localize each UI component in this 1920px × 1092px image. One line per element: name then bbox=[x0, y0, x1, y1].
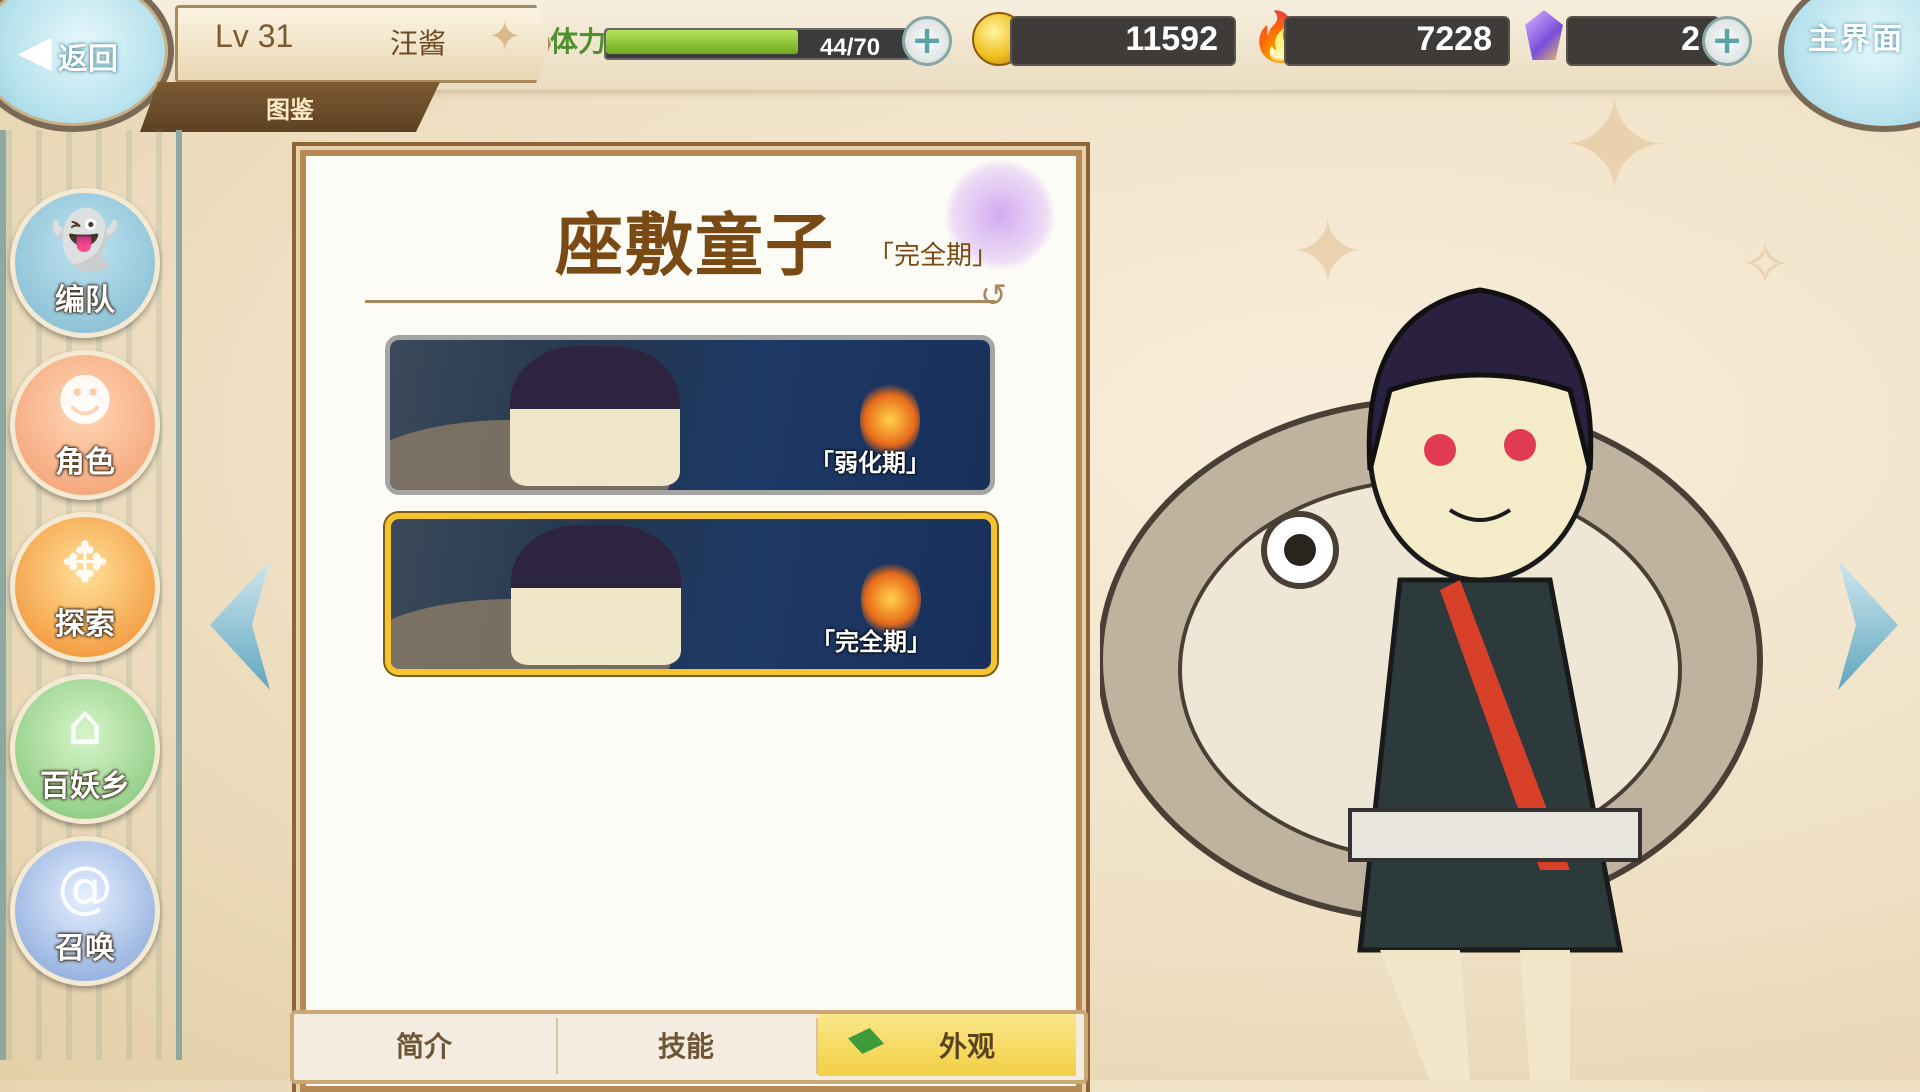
back-label: 返回 bbox=[58, 43, 118, 76]
tab-intro[interactable]: 简介 bbox=[294, 1014, 554, 1076]
stamina-bar-fill bbox=[606, 30, 798, 54]
nav-label: 探索 bbox=[55, 608, 115, 641]
tab-skills[interactable]: 技能 bbox=[558, 1014, 814, 1076]
skin-stage-label: 「完全期」 bbox=[811, 629, 931, 656]
stamina-value: 44/70 bbox=[820, 34, 881, 61]
stamina-label: 体力 bbox=[550, 26, 607, 57]
nav-team-button[interactable]: 👻 编队 bbox=[10, 188, 160, 338]
skin-card-weakened[interactable]: 「弱化期」 bbox=[385, 335, 995, 495]
star-icon: ✦ bbox=[488, 14, 522, 60]
scroll-compass-icon: ✥ bbox=[61, 531, 109, 596]
character-illustration bbox=[1100, 287, 1763, 1080]
ghost-knight-icon: 👻 bbox=[50, 208, 120, 273]
nav-character-button[interactable]: ☻ 角色 bbox=[10, 350, 160, 500]
skin-card-complete[interactable]: 「完全期」 bbox=[385, 513, 997, 675]
nav-label: 角色 bbox=[55, 446, 115, 479]
player-name: 汪酱 bbox=[390, 28, 447, 59]
nav-explore-button[interactable]: ✥ 探索 bbox=[10, 512, 160, 662]
soul-value: 7228 bbox=[1416, 20, 1492, 58]
character-name: 座敷童子 bbox=[555, 208, 836, 284]
character-art bbox=[511, 525, 681, 665]
character-stage: 「完全期」 bbox=[868, 240, 999, 270]
codex-section-label: 图鉴 bbox=[266, 97, 314, 124]
house-icon: ⌂ bbox=[67, 693, 103, 758]
nav-summon-button[interactable]: @ 召唤 bbox=[10, 836, 160, 986]
nav-label: 编队 bbox=[55, 284, 115, 317]
character-portrait-icon: ☻ bbox=[55, 369, 115, 434]
nav-label: 召唤 bbox=[55, 932, 115, 965]
swirl-icon: @ bbox=[57, 855, 113, 920]
back-arrow-icon: ◀ bbox=[18, 26, 52, 77]
nav-label: 百妖乡 bbox=[40, 770, 130, 803]
player-level: Lv 31 bbox=[215, 18, 294, 54]
previous-character-arrow[interactable] bbox=[210, 560, 270, 690]
home-label: 主界面 bbox=[1808, 23, 1904, 56]
gold-value: 11592 bbox=[1125, 20, 1218, 58]
title-divider bbox=[365, 300, 995, 303]
add-gems-button[interactable]: + bbox=[1702, 16, 1752, 66]
skin-stage-label: 「弱化期」 bbox=[810, 450, 930, 477]
sparkle-decoration: ✦ bbox=[1560, 70, 1669, 222]
curl-ornament-icon: ↺ bbox=[980, 276, 1007, 314]
add-stamina-button[interactable]: + bbox=[902, 16, 952, 66]
gem-value: 2 bbox=[1681, 20, 1700, 58]
character-art bbox=[510, 346, 680, 486]
nav-village-button[interactable]: ⌂ 百妖乡 bbox=[10, 674, 160, 824]
